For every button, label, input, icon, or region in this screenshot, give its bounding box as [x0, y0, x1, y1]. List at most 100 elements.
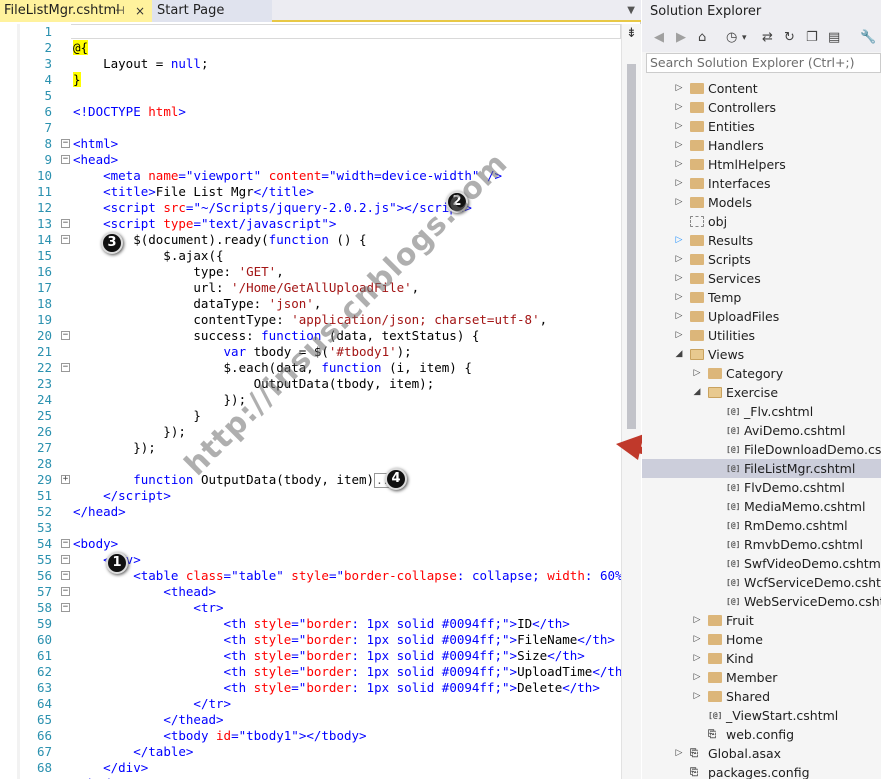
- expand-arrow-icon[interactable]: ▷: [674, 307, 684, 326]
- collapse-region-icon[interactable]: −: [61, 603, 70, 612]
- code-line[interactable]: 11 <title>File List Mgr</title>: [0, 184, 621, 200]
- code-line[interactable]: 15 $.ajax({: [0, 248, 621, 264]
- code-line[interactable]: 62 <th style="border: 1px solid #0094ff;…: [0, 664, 621, 680]
- tree-item[interactable]: ▷ ⎘ Global.asax: [642, 744, 881, 763]
- expand-arrow-icon[interactable]: ▷: [674, 231, 684, 250]
- code-line[interactable]: 67 </table>: [0, 744, 621, 760]
- tree-item[interactable]: ▷ Content: [642, 79, 881, 98]
- code-line[interactable]: 28: [0, 456, 621, 472]
- code-line[interactable]: 54− <body>: [0, 536, 621, 552]
- tree-item[interactable]: ▷ Models: [642, 193, 881, 212]
- expand-arrow-icon[interactable]: ▷: [674, 288, 684, 307]
- expand-arrow-icon[interactable]: ▷: [674, 269, 684, 288]
- code-line[interactable]: 29 + function OutputData(tbody, item)...: [0, 472, 621, 488]
- tree-item[interactable]: ▷ Utilities: [642, 326, 881, 345]
- tree-item[interactable]: [@] _ViewStart.cshtml: [642, 706, 881, 725]
- expand-arrow-icon[interactable]: ▷: [674, 744, 684, 763]
- tree-item[interactable]: ▷ Category: [642, 364, 881, 383]
- code-line[interactable]: 9− <head>: [0, 152, 621, 168]
- tree-item[interactable]: ▷ Handlers: [642, 136, 881, 155]
- code-line[interactable]: 65 </thead>: [0, 712, 621, 728]
- code-editor[interactable]: FileListMgr.cshtml ⊣ × Start Page ▼ 1 2 @{…: [0, 0, 641, 779]
- code-line[interactable]: 19 contentType: 'application/json; chars…: [0, 312, 621, 328]
- expand-arrow-icon[interactable]: ▷: [692, 611, 702, 630]
- code-line[interactable]: 6 <!DOCTYPE html>: [0, 104, 621, 120]
- dropdown-icon[interactable]: ▾: [742, 29, 747, 47]
- collapse-arrow-icon[interactable]: ◢: [674, 345, 684, 364]
- collapse-region-icon[interactable]: −: [61, 139, 70, 148]
- split-window-icon[interactable]: ⇟: [626, 26, 637, 41]
- collapse-region-icon[interactable]: −: [61, 587, 70, 596]
- code-line[interactable]: 24 });: [0, 392, 621, 408]
- collapse-region-icon[interactable]: −: [61, 331, 70, 340]
- expand-arrow-icon[interactable]: ▷: [692, 364, 702, 383]
- tree-item[interactable]: ▷ Fruit: [642, 611, 881, 630]
- expand-arrow-icon[interactable]: ▷: [674, 174, 684, 193]
- code-line[interactable]: 2 @{: [0, 40, 621, 56]
- tab-start-page[interactable]: Start Page: [152, 0, 272, 22]
- expand-arrow-icon[interactable]: ▷: [674, 250, 684, 269]
- expand-arrow-icon[interactable]: ▷: [692, 630, 702, 649]
- sync-icon[interactable]: ⇄: [762, 29, 773, 47]
- collapse-region-icon[interactable]: −: [61, 363, 70, 372]
- tree-item[interactable]: ▷ Results: [642, 231, 881, 250]
- code-line[interactable]: 22− $.each(data, function (i, item) {: [0, 360, 621, 376]
- refresh-icon[interactable]: ↻: [784, 29, 795, 47]
- tree-item[interactable]: [@] WebServiceDemo.csht: [642, 592, 881, 611]
- tree-item[interactable]: [@] RmvbDemo.cshtml: [642, 535, 881, 554]
- tree-item[interactable]: ▷ Member: [642, 668, 881, 687]
- code-line[interactable]: 20− success: function (data, textStatus)…: [0, 328, 621, 344]
- code-line[interactable]: 12 <script src="~/Scripts/jquery-2.0.2.j…: [0, 200, 621, 216]
- tree-item[interactable]: [@] WcfServiceDemo.cshtm: [642, 573, 881, 592]
- properties-icon[interactable]: 🔧: [860, 29, 876, 47]
- tree-item[interactable]: ◢ Exercise: [642, 383, 881, 402]
- expand-region-icon[interactable]: +: [61, 475, 70, 484]
- tree-item[interactable]: ▷ Scripts: [642, 250, 881, 269]
- code-line[interactable]: 5: [0, 88, 621, 104]
- tree-item[interactable]: ▷ Interfaces: [642, 174, 881, 193]
- close-tab-icon[interactable]: ×: [135, 0, 145, 22]
- tree-item[interactable]: ▷ Entities: [642, 117, 881, 136]
- collapse-region-icon[interactable]: −: [61, 155, 70, 164]
- tree-item[interactable]: ▷ Kind: [642, 649, 881, 668]
- expand-arrow-icon[interactable]: ▷: [674, 117, 684, 136]
- expand-arrow-icon[interactable]: ▷: [692, 649, 702, 668]
- code-line[interactable]: 63 <th style="border: 1px solid #0094ff;…: [0, 680, 621, 696]
- code-line[interactable]: 14− $(document).ready(function () {: [0, 232, 621, 248]
- tree-item[interactable]: ⎘ packages.config: [642, 763, 881, 779]
- tree-item[interactable]: [@] FlvDemo.cshtml: [642, 478, 881, 497]
- code-line[interactable]: 66 <tbody id="tbody1"></tbody>: [0, 728, 621, 744]
- tree-item[interactable]: ▷ Services: [642, 269, 881, 288]
- tree-item[interactable]: ⎘ web.config: [642, 725, 881, 744]
- solution-search-input[interactable]: Search Solution Explorer (Ctrl+;): [646, 53, 881, 73]
- expand-arrow-icon[interactable]: ▷: [674, 136, 684, 155]
- code-line[interactable]: 3 Layout = null;: [0, 56, 621, 72]
- code-line[interactable]: 4}: [0, 72, 621, 88]
- code-line[interactable]: 16 type: 'GET',: [0, 264, 621, 280]
- expand-arrow-icon[interactable]: ▷: [674, 79, 684, 98]
- tree-item[interactable]: [@] MediaMemo.cshtml: [642, 497, 881, 516]
- code-line[interactable]: 8− <html>: [0, 136, 621, 152]
- tree-item[interactable]: [@] _Flv.cshtml: [642, 402, 881, 421]
- expand-arrow-icon[interactable]: ▷: [692, 668, 702, 687]
- code-line[interactable]: 1: [0, 24, 621, 40]
- collapse-region-icon[interactable]: −: [61, 555, 70, 564]
- code-line[interactable]: 7: [0, 120, 621, 136]
- show-all-files-icon[interactable]: ▤: [828, 29, 840, 47]
- code-line[interactable]: 57− <thead>: [0, 584, 621, 600]
- tab-filelistmgr[interactable]: FileListMgr.cshtml ⊣ ×: [0, 0, 152, 22]
- scroll-thumb[interactable]: [627, 64, 636, 429]
- code-line[interactable]: 58− <tr>: [0, 600, 621, 616]
- expand-arrow-icon[interactable]: ▷: [692, 687, 702, 706]
- tree-item[interactable]: ▷ Home: [642, 630, 881, 649]
- vertical-scrollbar[interactable]: ⇟: [621, 24, 641, 779]
- code-line[interactable]: 26 });: [0, 424, 621, 440]
- tree-item[interactable]: ▷ UploadFiles: [642, 307, 881, 326]
- code-line[interactable]: 55− <div>: [0, 552, 621, 568]
- forward-icon[interactable]: ▶: [676, 29, 686, 47]
- code-line[interactable]: 25 }: [0, 408, 621, 424]
- code-line[interactable]: 60 <th style="border: 1px solid #0094ff;…: [0, 632, 621, 648]
- code-area[interactable]: 1 2 @{3 Layout = null; 4} 5 6 <!DOCTYPE html> 7…: [0, 24, 621, 779]
- back-icon[interactable]: ◀: [654, 29, 664, 47]
- tree-item[interactable]: [@] FileListMgr.cshtml: [642, 459, 881, 478]
